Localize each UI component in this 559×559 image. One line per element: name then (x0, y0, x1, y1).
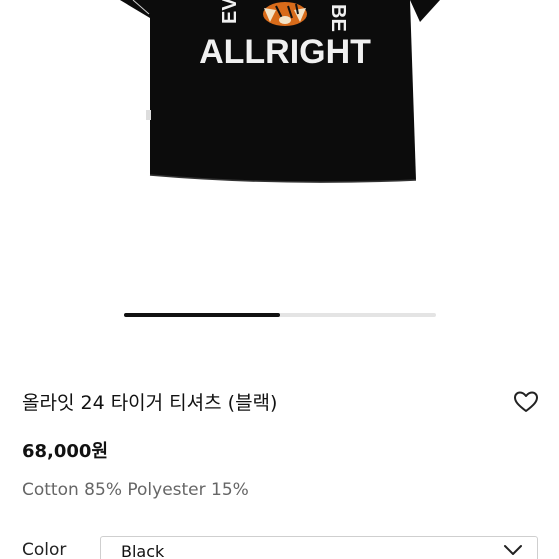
chevron-down-icon (504, 545, 522, 555)
product-image: EV BE ALLRIGHT (120, 0, 440, 183)
print-text-left: EV (219, 0, 241, 24)
option-label-color: Color (22, 540, 67, 559)
color-select-value: Black (121, 542, 165, 559)
carousel-progress-track (124, 313, 436, 317)
carousel-progress-fill (124, 313, 280, 317)
shirt-right-sleeve (410, 0, 440, 22)
tiger-graphic (263, 2, 307, 26)
product-material: Cotton 85% Polyester 15% (22, 480, 249, 500)
product-title: 올라잇 24 타이거 티셔츠 (블랙) (22, 392, 278, 414)
product-price: 68,000원 (22, 441, 109, 462)
color-select[interactable]: Black (100, 536, 538, 559)
shirt-body (150, 0, 416, 183)
print-text-right: BE (327, 4, 349, 32)
shirt-left-sleeve (120, 0, 150, 18)
print-text-main: ALLRIGHT (199, 33, 371, 71)
product-image-carousel[interactable]: EV BE ALLRIGHT (0, 0, 559, 300)
heart-outline-icon[interactable] (512, 388, 540, 416)
